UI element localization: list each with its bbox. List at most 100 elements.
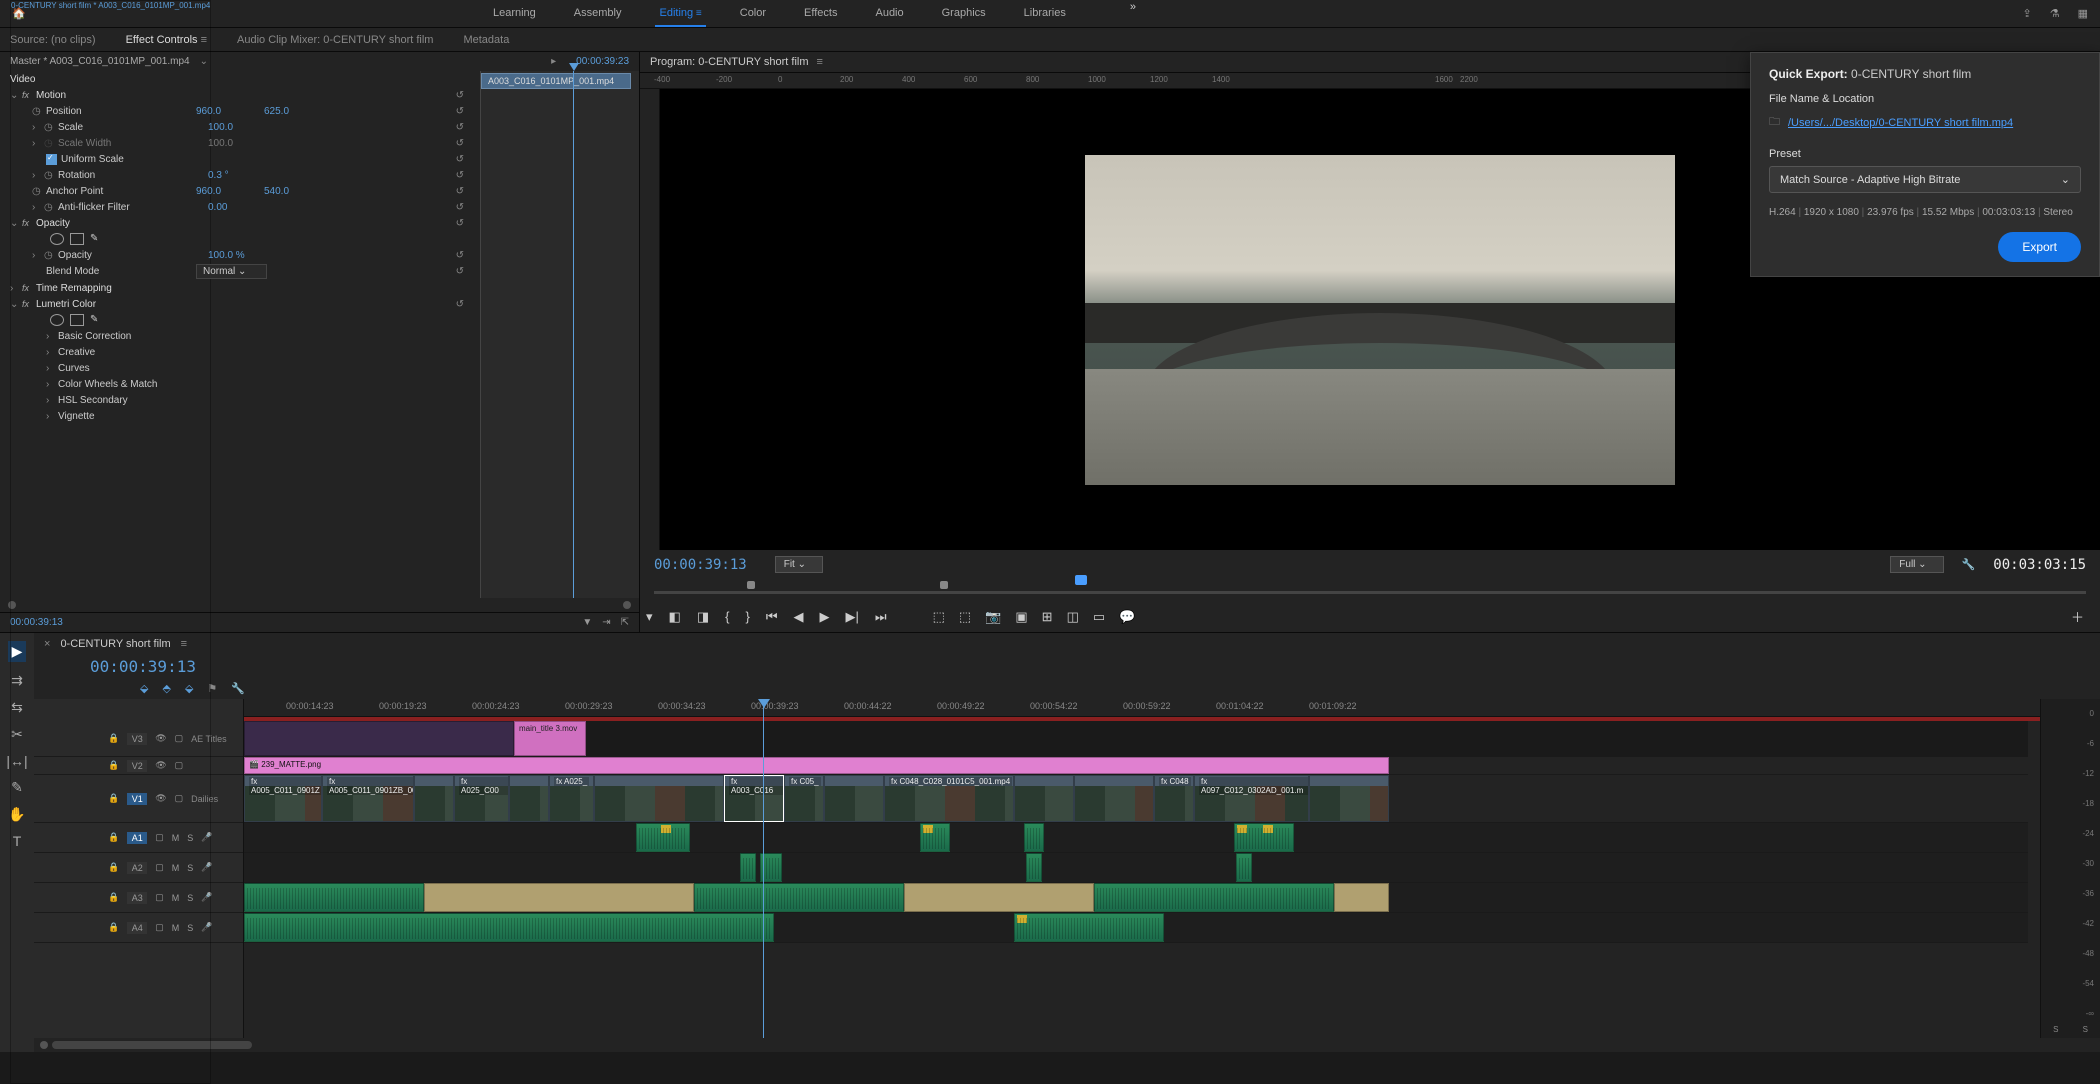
stopwatch-icon[interactable]: ◷ [44, 170, 58, 181]
timeline-audio-clip[interactable] [904, 883, 1094, 912]
flicker-value[interactable]: 0.00 [208, 202, 258, 213]
uniform-scale-checkbox[interactable] [46, 154, 57, 165]
position-y-value[interactable]: 625.0 [264, 106, 289, 117]
comment-icon[interactable]: 💬 [1119, 609, 1135, 625]
timeline-clip[interactable]: fx C048 [1154, 775, 1194, 822]
mask-ellipse-icon[interactable] [50, 314, 64, 326]
timeline-audio-clip[interactable] [920, 823, 950, 852]
comparison-icon[interactable]: ▣ [1015, 609, 1027, 625]
timeline-audio-clip[interactable] [1234, 823, 1294, 852]
export-button[interactable]: Export [1998, 232, 2081, 262]
timeline-audio-clip[interactable] [244, 913, 774, 942]
share-icon[interactable]: ⇪ [2023, 7, 2032, 20]
lumetri-curves[interactable]: Curves [58, 363, 208, 374]
mask-rect-icon[interactable] [70, 233, 84, 245]
frame-forward-icon[interactable]: ▶| [846, 609, 859, 625]
go-to-in-icon[interactable]: { [725, 609, 729, 624]
opacity-value[interactable]: 100.0 % [208, 250, 258, 261]
lumetri-wheels-toggle[interactable]: › [46, 379, 58, 390]
timeline-clip[interactable]: fx A025_ [549, 775, 594, 822]
flicker-toggle[interactable]: › [32, 202, 44, 213]
ec-playhead[interactable] [573, 71, 574, 598]
extract-icon[interactable]: ⬚ [959, 609, 971, 625]
scrub-playhead[interactable] [1075, 575, 1087, 585]
play-icon[interactable]: ▶ [820, 609, 830, 625]
add-marker-icon[interactable]: ▾ [646, 609, 653, 625]
button-editor-icon[interactable]: ＋ [2071, 607, 2084, 626]
stopwatch-icon[interactable]: ◷ [44, 122, 58, 133]
stopwatch-icon[interactable]: ◷ [32, 186, 46, 197]
timeline-horizontal-scroll[interactable] [34, 1038, 2100, 1052]
timeline-clip[interactable] [244, 721, 514, 756]
rotation-value[interactable]: 0.3 ° [208, 170, 258, 181]
stopwatch-icon[interactable]: ◷ [44, 202, 58, 213]
reset-icon[interactable]: ↺ [456, 186, 464, 197]
qe-preset-select[interactable]: Match Source - Adaptive High Bitrate⌄ [1769, 166, 2081, 193]
ec-clip-bar[interactable]: A003_C016_0101MP_001.mp4 [481, 73, 631, 89]
workspace-audio[interactable]: Audio [871, 1, 907, 27]
stopwatch-icon[interactable]: ◷ [44, 250, 58, 261]
stopwatch-icon[interactable]: ◷ [32, 106, 46, 117]
mask-ellipse-icon[interactable] [50, 233, 64, 245]
timeline-clip[interactable] [509, 775, 549, 822]
timeline-clip[interactable] [1309, 775, 1389, 822]
lumetri-wheels[interactable]: Color Wheels & Match [58, 379, 208, 390]
timeline-clip[interactable]: fx C05_ [784, 775, 824, 822]
lumetri-vignette-toggle[interactable]: › [46, 411, 58, 422]
export-frame-icon[interactable]: ⇱ [621, 617, 629, 628]
lumetri-creative[interactable]: Creative [58, 347, 208, 358]
lumetri-vignette[interactable]: Vignette [58, 411, 208, 422]
reset-icon[interactable]: ↺ [456, 90, 464, 101]
go-to-out-icon[interactable]: } [745, 609, 749, 624]
mask-pen-icon[interactable]: ✎ [90, 233, 104, 245]
timeline-clip[interactable] [824, 775, 884, 822]
zoom-fit-select[interactable]: Fit ⌄ [775, 556, 823, 573]
timeline-clip[interactable] [594, 775, 724, 822]
timeline-audio-clip[interactable] [1014, 913, 1164, 942]
mask-rect-icon[interactable] [70, 314, 84, 326]
timeline-clip[interactable]: fx C048_C028_0101C5_001.mp4 [884, 775, 1014, 822]
mark-in-icon[interactable]: ◧ [669, 609, 681, 625]
filter-icon[interactable]: ▼ [582, 617, 592, 628]
anchor-y-value[interactable]: 540.0 [264, 186, 289, 197]
mask-pen-icon[interactable]: ✎ [90, 314, 104, 326]
timeline-clip-selected[interactable]: fx A003_C016 [724, 775, 784, 822]
scrub-in-handle[interactable] [747, 581, 755, 589]
keyframe-nav-icon[interactable]: ⇥ [602, 617, 610, 628]
timeline-audio-clip[interactable] [244, 883, 424, 912]
qe-filepath-link[interactable]: /Users/.../Desktop/0-CENTURY short film.… [1788, 117, 2013, 129]
timeline-audio-clip[interactable] [1024, 823, 1044, 852]
opacity-toggle[interactable]: ⌄ [10, 218, 22, 229]
lift-icon[interactable]: ⬚ [933, 609, 945, 625]
solo-right[interactable]: S [2083, 1025, 2088, 1034]
motion-toggle[interactable]: ⌄ [10, 90, 22, 101]
timeline-tracks-area[interactable]: 00:00:14:2300:00:19:2300:00:24:2300:00:2… [244, 699, 2040, 1038]
blend-mode-select[interactable]: Normal ⌄ [196, 264, 267, 279]
timeline-ruler[interactable]: 00:00:14:2300:00:19:2300:00:24:2300:00:2… [244, 699, 2040, 717]
timeline-audio-clip[interactable] [740, 853, 756, 882]
timeline-clip[interactable]: main_title 3.mov [514, 721, 586, 756]
reset-icon[interactable]: ↺ [456, 154, 464, 165]
workspace-color[interactable]: Color [736, 1, 770, 27]
scale-value[interactable]: 100.0 [208, 122, 258, 133]
program-timecode[interactable]: 00:00:39:13 [654, 557, 747, 573]
anchor-x-value[interactable]: 960.0 [196, 186, 246, 197]
proxy-icon[interactable]: ◫ [1067, 609, 1079, 625]
resolution-select[interactable]: Full ⌄ [1890, 556, 1943, 573]
fx-badge-icon[interactable]: fx [22, 299, 36, 309]
reset-icon[interactable]: ↺ [456, 106, 464, 117]
timeline-clip[interactable] [414, 775, 454, 822]
frame-back-icon[interactable]: ◀ [794, 609, 804, 625]
reset-icon[interactable]: ↺ [456, 170, 464, 181]
timeline-audio-clip[interactable] [694, 883, 904, 912]
panel-menu-icon[interactable]: ≡ [817, 56, 823, 68]
timeline-audio-clip[interactable] [1094, 883, 1334, 912]
lumetri-curves-toggle[interactable]: › [46, 363, 58, 374]
step-forward-icon[interactable]: ⏭ [875, 609, 887, 625]
opacity-val-toggle[interactable]: › [32, 250, 44, 261]
reset-icon[interactable]: ↺ [456, 266, 464, 277]
solo-left[interactable]: S [2053, 1025, 2058, 1034]
lumetri-basic-toggle[interactable]: › [46, 331, 58, 342]
workspace-editing[interactable]: Editing [655, 1, 705, 27]
timeline-clip[interactable]: fx A005_C011_0901Z [244, 775, 322, 822]
